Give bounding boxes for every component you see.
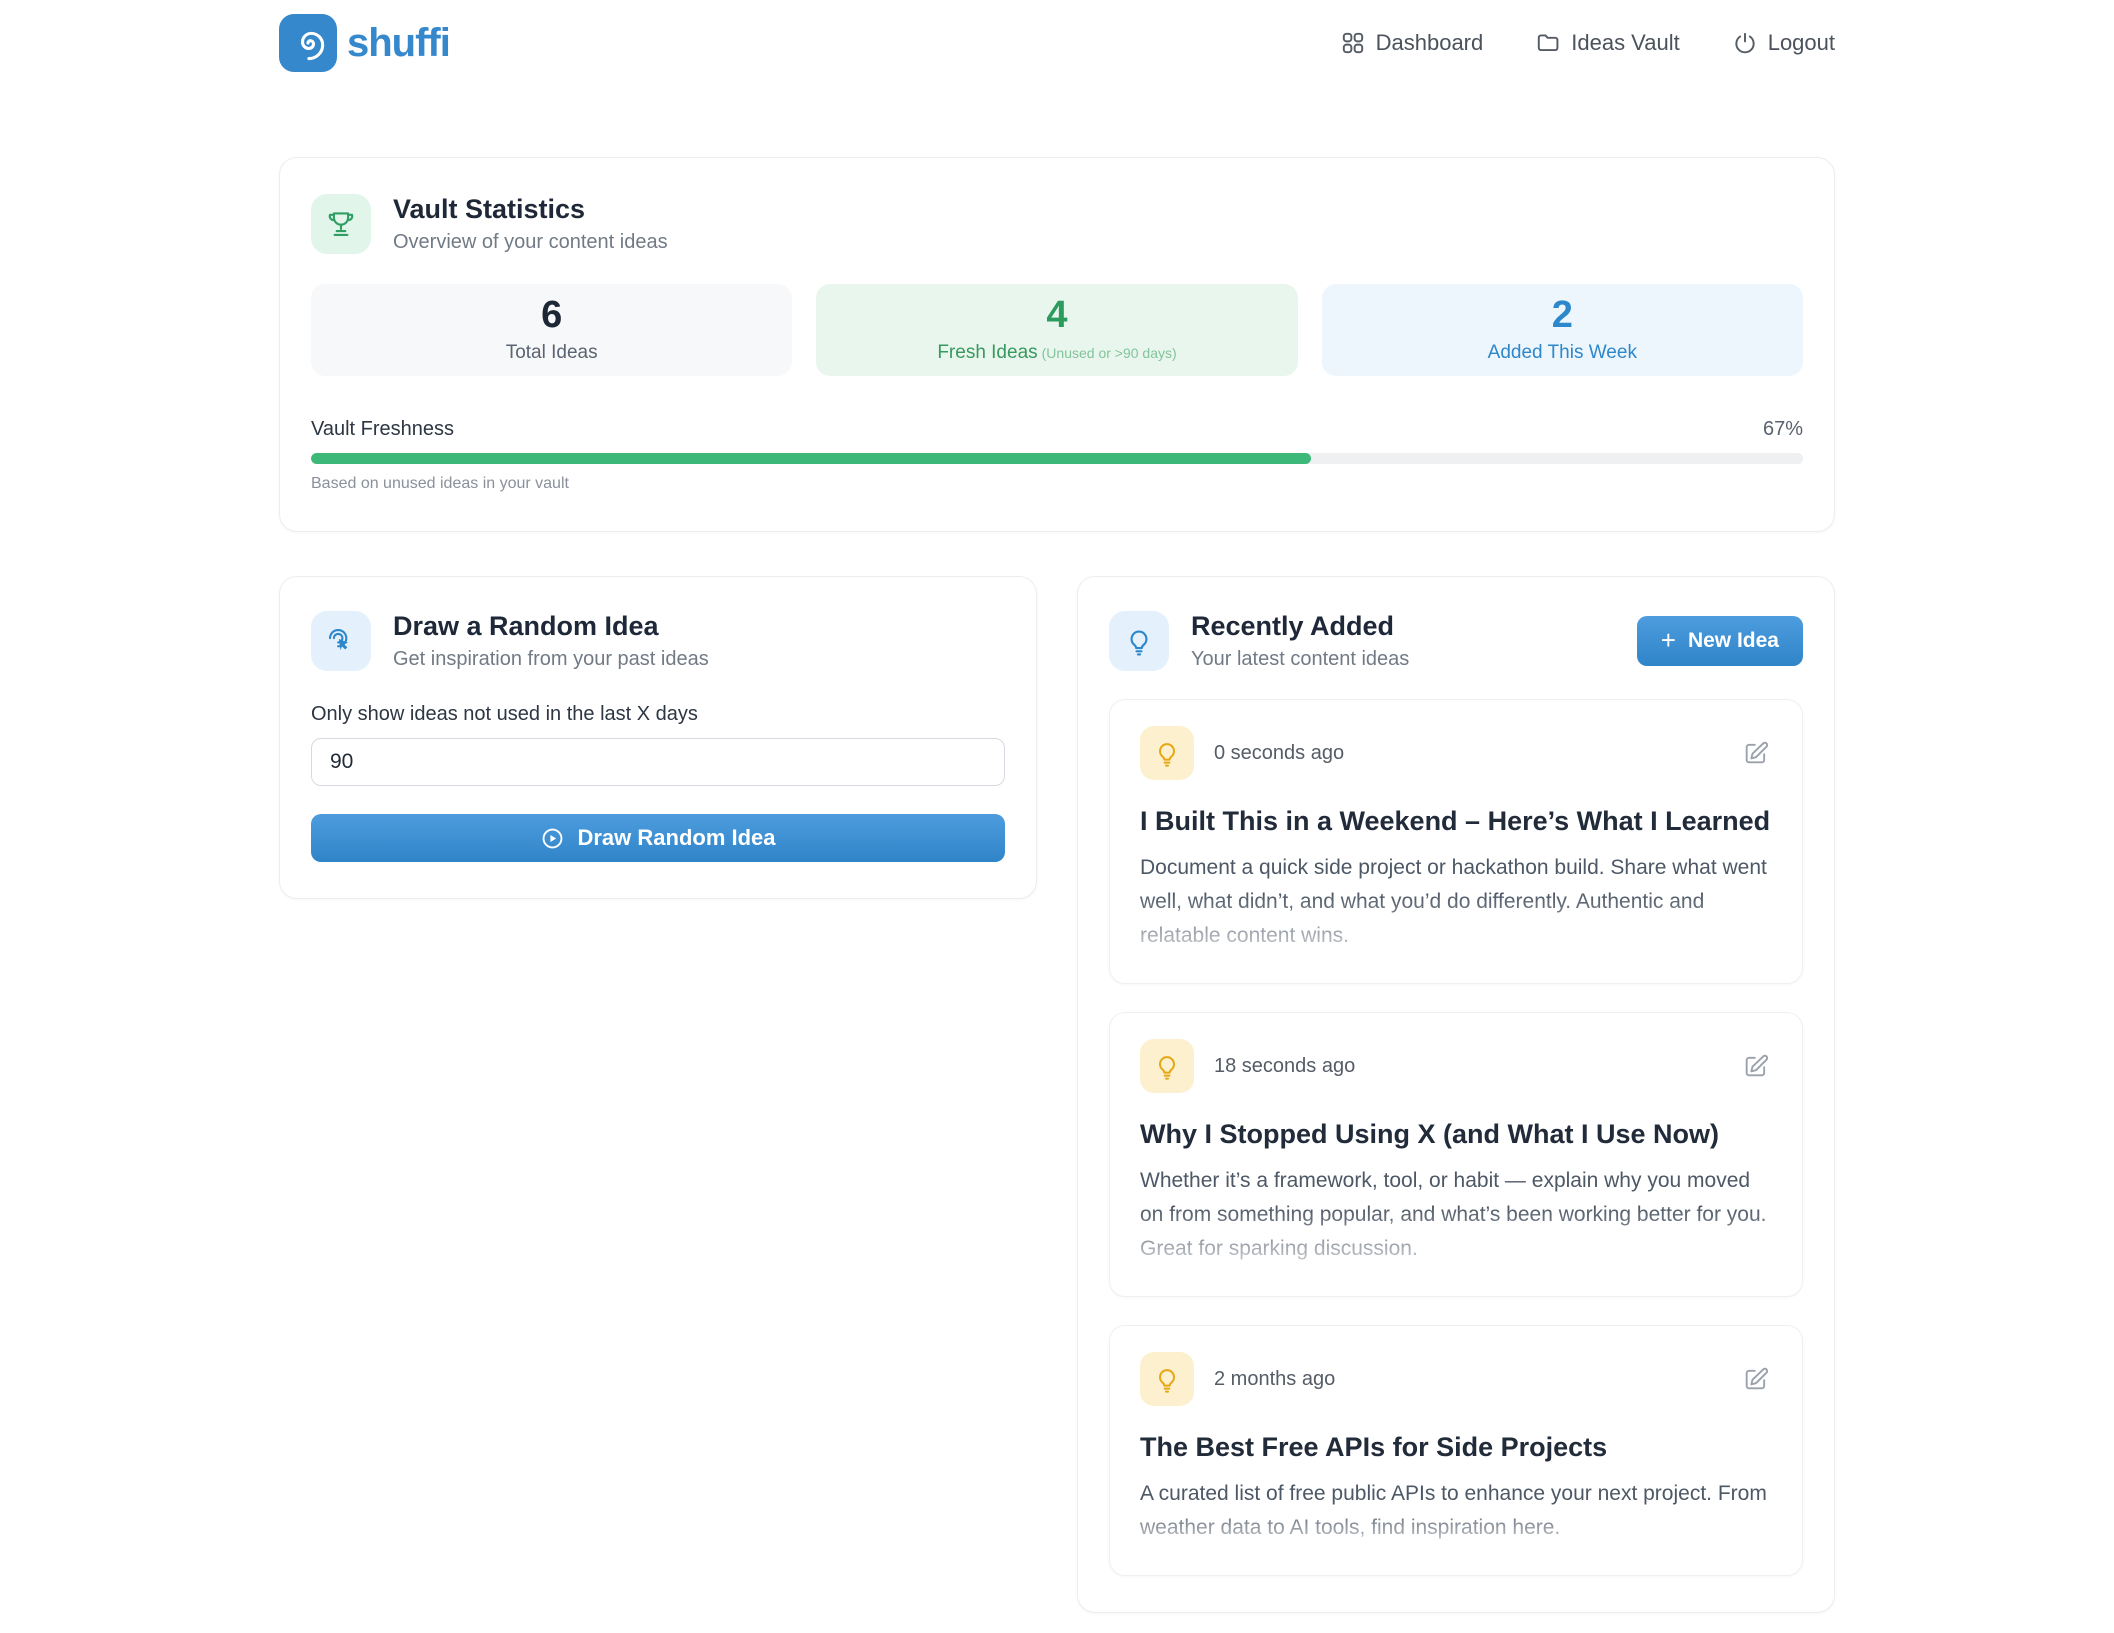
idea-2-timestamp: 18 seconds ago — [1214, 1055, 1740, 1078]
freshness-bar-fill — [311, 453, 1311, 464]
idea-2-description: Whether it’s a framework, tool, or habit… — [1140, 1164, 1772, 1266]
stat-added-this-week-value: 2 — [1552, 296, 1573, 334]
idea-2-title: Why I Stopped Using X (and What I Use No… — [1140, 1119, 1772, 1150]
stat-total-ideas-label: Total Ideas — [506, 342, 598, 364]
vault-statistics-card: Vault Statistics Overview of your conten… — [279, 157, 1835, 532]
brand-name: shuffi — [347, 21, 450, 66]
draw-random-idea-button-label: Draw Random Idea — [577, 825, 775, 851]
draw-random-idea-card: Draw a Random Idea Get inspiration from … — [279, 576, 1037, 899]
stat-fresh-ideas-value: 4 — [1046, 296, 1067, 334]
idea-card-2: 18 seconds ago Why I Stopped Using X (an… — [1109, 1012, 1803, 1297]
idea-3-description: A curated list of free public APIs to en… — [1140, 1477, 1772, 1545]
nav-dashboard[interactable]: Dashboard — [1340, 30, 1484, 56]
freshness-progress-track — [311, 453, 1803, 464]
idea-1-title: I Built This in a Weekend – Here’s What … — [1140, 806, 1772, 837]
stat-fresh-ideas-sublabel: (Unused or >90 days) — [1042, 345, 1177, 361]
vault-freshness-section: Vault Freshness 67% Based on unused idea… — [311, 418, 1803, 493]
idea-1-timestamp: 0 seconds ago — [1214, 742, 1740, 765]
cursor-click-icon — [311, 611, 371, 671]
vault-statistics-title: Vault Statistics — [393, 194, 668, 225]
trophy-icon — [311, 194, 371, 254]
edit-icon[interactable] — [1740, 1363, 1772, 1395]
idea-3-title: The Best Free APIs for Side Projects — [1140, 1432, 1772, 1463]
days-input[interactable] — [311, 738, 1005, 786]
idea-3-timestamp: 2 months ago — [1214, 1368, 1740, 1391]
nav-ideas-vault-label: Ideas Vault — [1571, 30, 1679, 56]
lightbulb-icon-amber — [1140, 1039, 1194, 1093]
draw-card-title: Draw a Random Idea — [393, 611, 709, 642]
power-icon — [1732, 30, 1758, 56]
nav-dashboard-label: Dashboard — [1376, 30, 1484, 56]
idea-1-description: Document a quick side project or hackath… — [1140, 851, 1772, 953]
main-content: Vault Statistics Overview of your conten… — [279, 157, 1835, 1633]
edit-icon[interactable] — [1740, 737, 1772, 769]
freshness-percent: 67% — [1763, 418, 1803, 441]
edit-icon[interactable] — [1740, 1050, 1772, 1082]
recently-added-title: Recently Added — [1191, 611, 1409, 642]
freshness-label: Vault Freshness — [311, 418, 454, 441]
lightbulb-icon-amber — [1140, 726, 1194, 780]
nav-logout-label: Logout — [1768, 30, 1835, 56]
nav-logout[interactable]: Logout — [1732, 30, 1835, 56]
folder-icon — [1535, 30, 1561, 56]
lightbulb-icon-blue — [1109, 611, 1169, 671]
main-nav: Dashboard Ideas Vault Logout — [1340, 30, 1835, 56]
new-idea-button-label: New Idea — [1688, 629, 1779, 653]
freshness-caption: Based on unused ideas in your vault — [311, 475, 1803, 493]
plus-icon: + — [1661, 627, 1676, 653]
idea-card-1: 0 seconds ago I Built This in a Weekend … — [1109, 699, 1803, 984]
nav-ideas-vault[interactable]: Ideas Vault — [1535, 30, 1679, 56]
new-idea-button[interactable]: + New Idea — [1637, 616, 1803, 666]
play-circle-icon — [540, 826, 565, 851]
lightbulb-icon-amber — [1140, 1352, 1194, 1406]
app-header: shuffi Dashboard — [0, 0, 2114, 86]
idea-card-3: 2 months ago The Best Free APIs for Side… — [1109, 1325, 1803, 1576]
grid-icon — [1340, 30, 1366, 56]
draw-random-idea-button[interactable]: Draw Random Idea — [311, 814, 1005, 862]
vault-statistics-subtitle: Overview of your content ideas — [393, 231, 668, 254]
stat-fresh-ideas-label: Fresh Ideas(Unused or >90 days) — [937, 342, 1176, 364]
brand-logo[interactable]: shuffi — [279, 14, 450, 72]
stat-added-this-week: 2 Added This Week — [1322, 284, 1803, 376]
recently-added-subtitle: Your latest content ideas — [1191, 648, 1409, 671]
stat-total-ideas: 6 Total Ideas — [311, 284, 792, 376]
recently-added-card: Recently Added Your latest content ideas… — [1077, 576, 1835, 1613]
stat-added-this-week-label: Added This Week — [1488, 342, 1637, 364]
spiral-logo-icon — [279, 14, 337, 72]
draw-card-subtitle: Get inspiration from your past ideas — [393, 648, 709, 671]
stat-fresh-ideas: 4 Fresh Ideas(Unused or >90 days) — [816, 284, 1297, 376]
days-input-label: Only show ideas not used in the last X d… — [311, 703, 1005, 726]
stat-total-ideas-value: 6 — [541, 296, 562, 334]
